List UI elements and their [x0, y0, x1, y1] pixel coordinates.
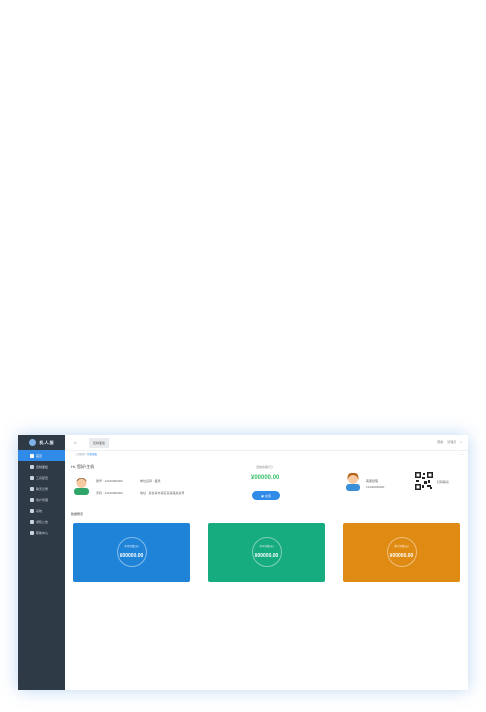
logo-text: 机.人.服 [39, 439, 54, 445]
breadcrumb: 工具配置 / 控制面板 [75, 452, 97, 456]
stat-card-total[interactable]: 累计消费(元) ¥00000.00 [343, 523, 460, 582]
stat-card-yearly[interactable]: 本年消费(元) ¥00000.00 [208, 523, 325, 582]
sidebar-item-label: 聊天记录 [36, 486, 49, 491]
sidebar-item-label: 工具配置 [36, 475, 49, 480]
sidebar-item-tools[interactable]: 工具配置 [18, 472, 65, 483]
mini-tools: ‹ › [461, 452, 464, 456]
chat-icon [30, 486, 34, 491]
user-avatar [74, 478, 89, 495]
bell-icon [30, 519, 34, 524]
sidebar-item-chat[interactable]: 聊天记录 [18, 483, 65, 494]
sidebar-item-system[interactable]: 系统 [18, 505, 65, 516]
dashboard-icon [30, 464, 34, 469]
agent-avatar [346, 472, 360, 491]
recharge-label: 充值 [264, 493, 271, 498]
card-ring [387, 537, 417, 567]
logo-icon [29, 439, 37, 446]
wallet-icon: ▣ [261, 493, 264, 498]
sidebar-item-notices[interactable]: 通知公告 [18, 516, 65, 527]
sidebar-item-home[interactable]: 首页 [18, 450, 65, 461]
sidebar-item-label: 系统 [36, 508, 43, 513]
agent-title: 客服经理 [366, 479, 379, 483]
help-link[interactable]: 帮助 [437, 440, 443, 444]
breadcrumb-current: 控制面板 [87, 453, 98, 456]
tab-dashboard[interactable]: 控制面板 [89, 438, 109, 448]
sidebar-item-label: 帮助中心 [36, 530, 49, 535]
stat-card-monthly[interactable]: 本月消费(元) ¥00000.00 [73, 523, 190, 582]
sidebar-item-help[interactable]: 帮助中心 [18, 527, 65, 538]
qr-label: 扫码联系 [437, 480, 450, 484]
tab-label: 控制面板 [92, 441, 105, 445]
sidebar-item-label: 控制面板 [36, 464, 49, 469]
account-info: 账号 : 13100000000 [96, 479, 123, 483]
sidebar: 机.人.服 首页 控制面板 工具配置 聊天记录 用户管理 系统 通知公告 帮助中… [18, 435, 65, 690]
card-ring [117, 537, 147, 567]
qr-code [415, 472, 433, 490]
sidebar-item-label: 用户管理 [36, 497, 49, 502]
top-right-tools: 帮助 管理员 × [437, 440, 462, 444]
card-value: ¥00000.00 [389, 553, 414, 559]
balance-label: 当前余额(元) [256, 465, 273, 469]
logo: 机.人.服 [18, 435, 65, 450]
collapse-icon[interactable]: ‹ [461, 452, 462, 456]
home-icon [30, 453, 34, 458]
home-button[interactable]: ⌂ [74, 440, 76, 445]
address-info: 地址 : 某省某市某区某某路某某号 [140, 491, 185, 495]
top-bar: ⌂ 控制面板 帮助 管理员 × [65, 435, 468, 451]
balance-value: ¥00000.00 [251, 475, 280, 481]
card-ring [252, 537, 282, 567]
sidebar-item-label: 通知公告 [36, 519, 49, 524]
agent-phone: 13100000000 [366, 485, 385, 489]
app-window: 机.人.服 首页 控制面板 工具配置 聊天记录 用户管理 系统 通知公告 帮助中… [18, 435, 468, 690]
user-menu[interactable]: 管理员 [447, 440, 456, 444]
phone-info: 手机 : 13100000000 [96, 491, 123, 495]
recharge-button[interactable]: ▣ 充值 [252, 491, 280, 500]
card-label: 本月消费(元) [124, 545, 139, 548]
gear-icon [30, 508, 34, 513]
section-title: 数据概览 [71, 512, 84, 516]
card-label: 本年消费(元) [259, 545, 274, 548]
card-value: ¥00000.00 [119, 553, 144, 559]
card-value: ¥00000.00 [254, 553, 279, 559]
wrench-icon [30, 475, 34, 480]
card-label: 累计消费(元) [394, 545, 409, 548]
expand-icon[interactable]: › [463, 452, 464, 456]
sidebar-item-dashboard[interactable]: 控制面板 [18, 461, 65, 472]
sidebar-item-label: 首页 [36, 453, 43, 458]
close-icon[interactable]: × [460, 440, 462, 444]
user-icon [30, 497, 34, 502]
sidebar-item-users[interactable]: 用户管理 [18, 494, 65, 505]
greeting: Hi, 您好!主机 [71, 464, 95, 469]
help-icon [30, 530, 34, 535]
breadcrumb-path: 工具配置 / [75, 453, 88, 456]
company-info: 单位名称 : 星辰 [140, 479, 161, 483]
